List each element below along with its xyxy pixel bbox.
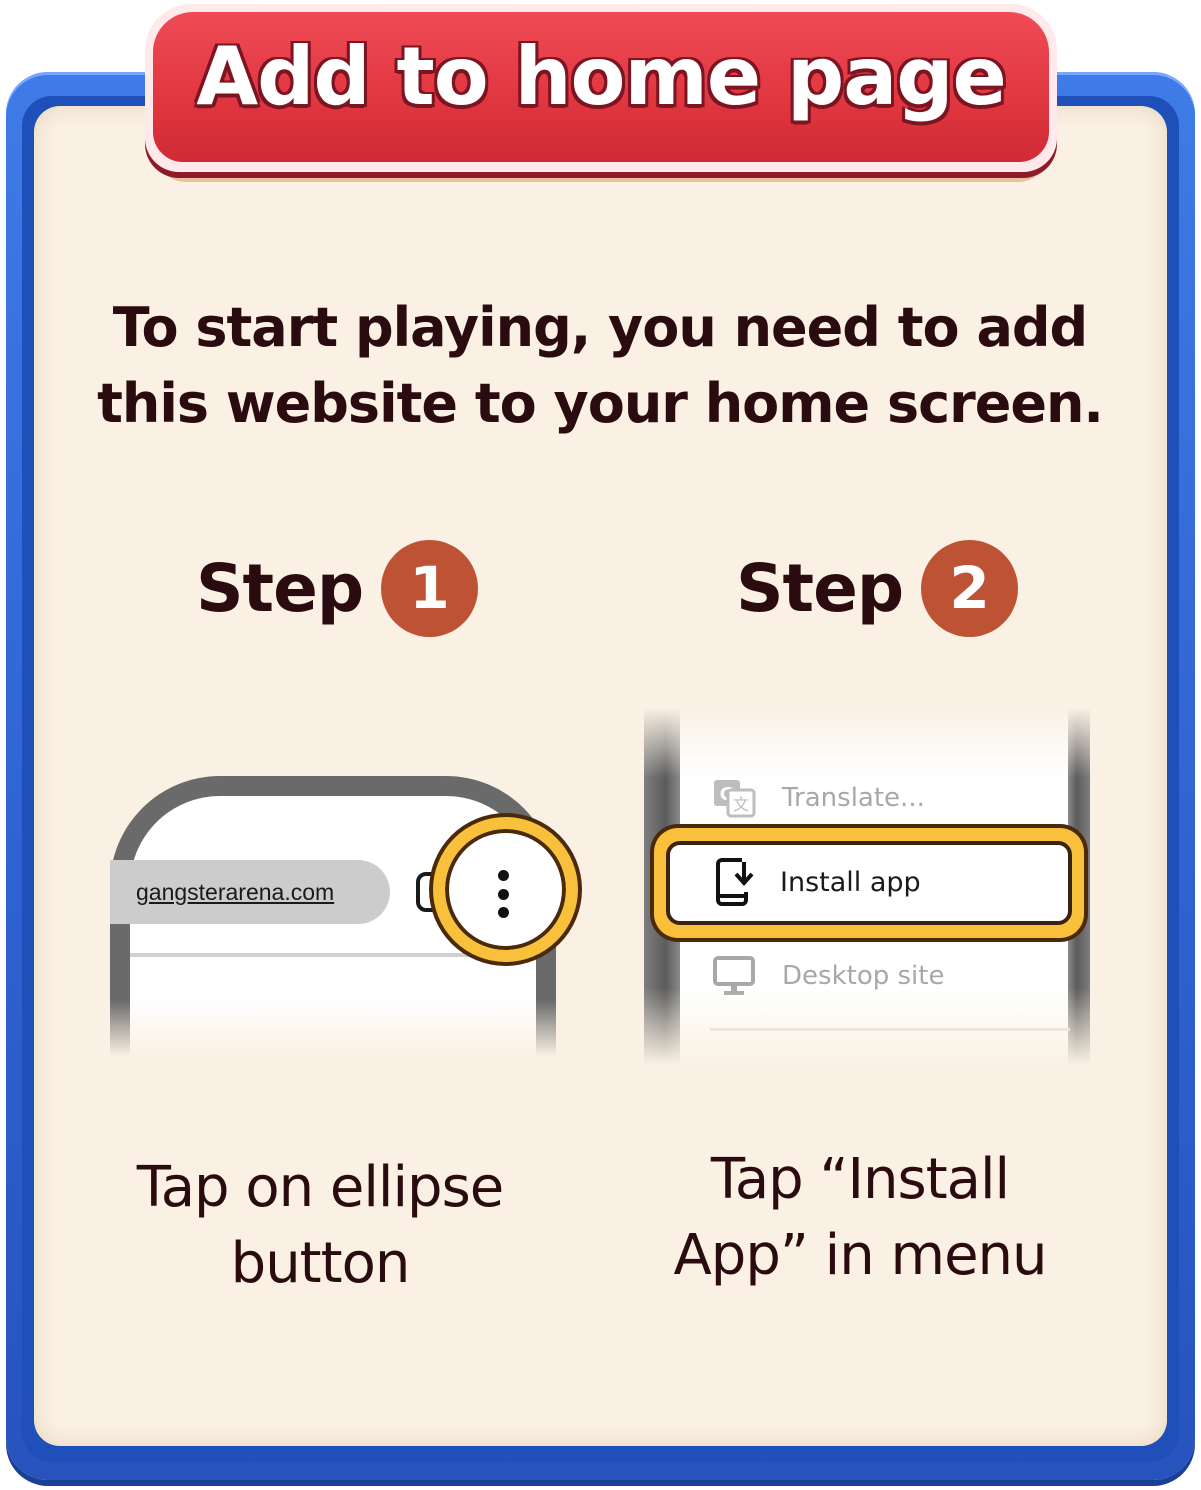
- step-2-caption: Tap “Install App” in menu: [673, 1147, 1047, 1288]
- menu-item-label: Install app: [780, 867, 921, 898]
- install-app-icon: [716, 858, 754, 906]
- step-number-badge: 1: [381, 539, 479, 637]
- intro-text: To start playing, you need to add this w…: [97, 296, 1104, 435]
- step-1-caption: Tap on ellipse button: [136, 1155, 504, 1296]
- add-to-home-dialog: Add to home page To start playing, you n…: [0, 0, 1201, 1490]
- step-1-heading: Step 1: [196, 538, 479, 638]
- ellipsis-vertical-icon: [494, 870, 512, 918]
- step-label: Step: [736, 549, 904, 627]
- step-label: Step: [196, 549, 364, 627]
- step-number-badge: 2: [921, 539, 1019, 637]
- menu-fade-top: [644, 708, 1090, 778]
- dialog-title: Add to home page: [196, 30, 1007, 123]
- translate-icon: G 文: [714, 780, 756, 818]
- svg-text:文: 文: [733, 795, 749, 814]
- phone-fade: [100, 1000, 570, 1080]
- menu-fade-bottom: [644, 988, 1090, 1078]
- address-bar-url: gangsterarena.com: [136, 879, 335, 905]
- step-2-heading: Step 2: [736, 538, 1019, 638]
